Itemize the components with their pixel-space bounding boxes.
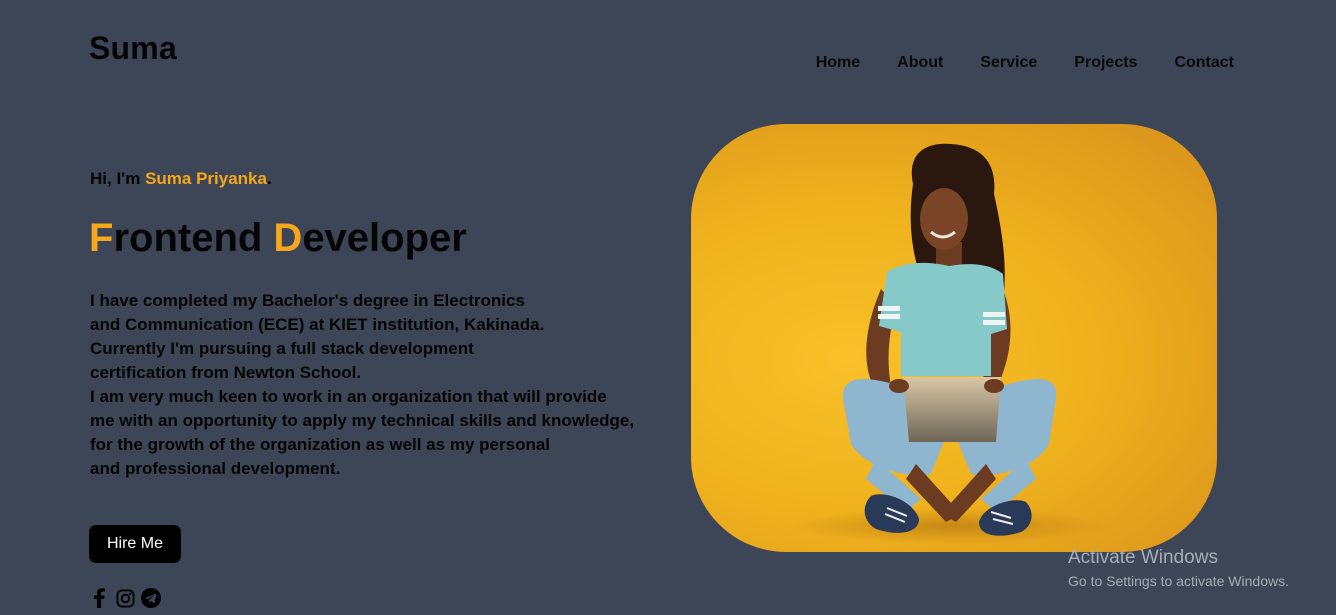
bio-line: for the growth of the organization as we… xyxy=(90,435,551,454)
instagram-icon[interactable] xyxy=(115,588,135,608)
greeting-name: Suma Priyanka xyxy=(145,169,267,188)
bio-line: certification from Newton School. xyxy=(90,363,362,382)
greeting: Hi, I'm Suma Priyanka. xyxy=(90,169,272,189)
nav-projects[interactable]: Projects xyxy=(1074,54,1137,72)
greeting-suffix: . xyxy=(266,169,272,188)
watermark-title: Activate Windows xyxy=(1068,547,1218,568)
hero-photo xyxy=(691,124,1217,552)
site-logo[interactable]: Suma xyxy=(89,30,177,67)
title-initial-d: D xyxy=(273,216,303,260)
title-word-1: rontend xyxy=(113,216,274,260)
woman-with-laptop-illustration xyxy=(791,143,1111,544)
bio-paragraph: I have completed my Bachelor's degree in… xyxy=(90,289,634,481)
greeting-prefix: Hi, I'm xyxy=(90,169,146,188)
main-nav: Home About Service Projects Contact xyxy=(779,54,1234,72)
windows-activation-watermark: Activate Windows Go to Settings to activ… xyxy=(1068,547,1289,589)
nav-service[interactable]: Service xyxy=(980,54,1037,72)
social-links xyxy=(89,588,161,608)
watermark-subtitle: Go to Settings to activate Windows. xyxy=(1068,573,1289,589)
bio-line: me with an opportunity to apply my techn… xyxy=(90,411,635,430)
nav-contact[interactable]: Contact xyxy=(1174,54,1234,72)
bio-line: I have completed my Bachelor's degree in… xyxy=(90,291,525,310)
nav-home[interactable]: Home xyxy=(816,54,860,72)
facebook-icon[interactable] xyxy=(89,588,109,608)
bio-line: I am very much keen to work in an organi… xyxy=(90,387,607,406)
bio-line: and Communication (ECE) at KIET institut… xyxy=(90,315,545,334)
telegram-icon[interactable] xyxy=(141,588,161,608)
hire-me-button[interactable]: Hire Me xyxy=(89,525,181,563)
title-initial-f: F xyxy=(89,216,114,260)
nav-about[interactable]: About xyxy=(897,54,943,72)
bio-line: Currently I'm pursuing a full stack deve… xyxy=(90,339,474,358)
job-title: Frontend Developer xyxy=(89,216,467,261)
title-word-2: eveloper xyxy=(302,216,467,260)
bio-line: and professional development. xyxy=(90,459,341,478)
